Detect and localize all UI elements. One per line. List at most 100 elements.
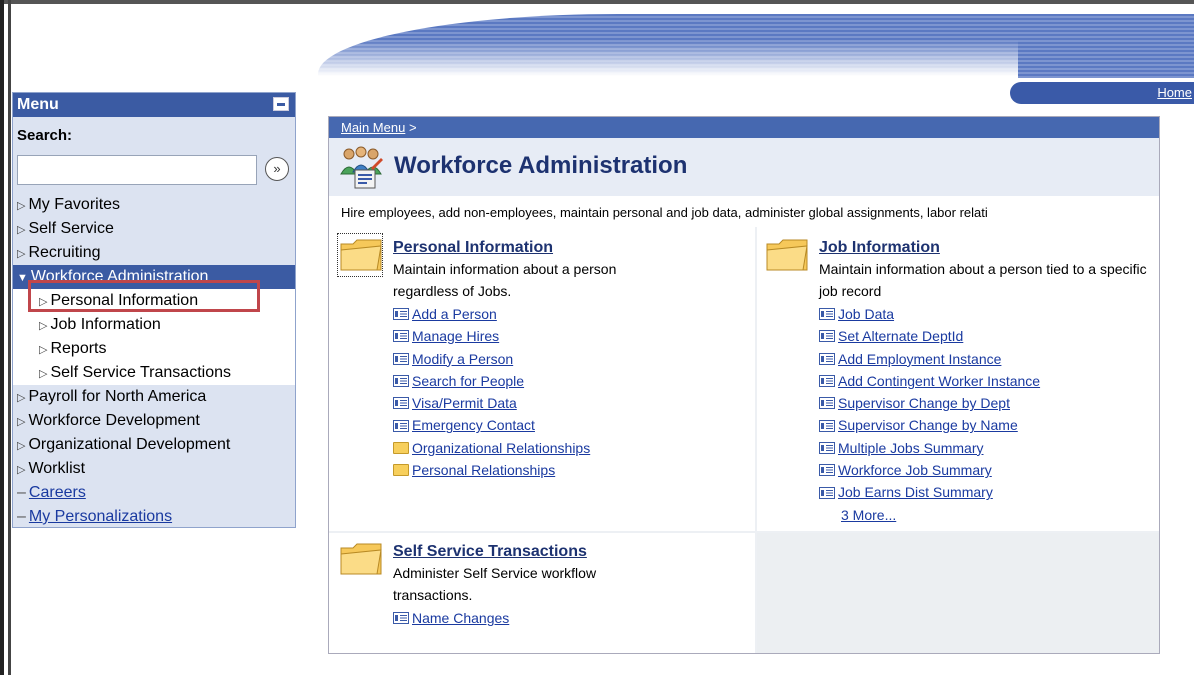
link-multiple-jobs-summary[interactable]: Multiple Jobs Summary [838, 437, 984, 459]
menu-item-workforce-administration[interactable]: ▼ Workforce Administration [13, 265, 295, 289]
menu-item-my-personalizations[interactable]: – My Personalizations [13, 505, 295, 529]
menu-body: Search: » ▷ My Favorites ▷ Self Service ▷ R… [13, 117, 295, 527]
menu-item-organizational-development[interactable]: ▷ Organizational Development [13, 433, 295, 457]
menu-item-label: Job Information [50, 316, 161, 333]
page-icon [819, 441, 835, 454]
menu-item-self-service[interactable]: ▷ Self Service [13, 217, 295, 241]
personal-information-description: Maintain information about a person rega… [393, 261, 617, 299]
link-supervisor-change-by-dept[interactable]: Supervisor Change by Dept [838, 392, 1010, 414]
menu-title: Menu [17, 96, 59, 113]
section-personal-information: Personal Information Maintain informatio… [329, 227, 755, 531]
link-supervisor-change-by-name[interactable]: Supervisor Change by Name [838, 414, 1018, 436]
page-title: Workforce Administration [394, 152, 688, 179]
triangle-right-icon: ▷ [17, 392, 26, 404]
page-icon [393, 308, 409, 321]
menu-item-label: Organizational Development [28, 436, 231, 453]
link-job-data[interactable]: Job Data [838, 303, 894, 325]
personal-information-title[interactable]: Personal Information [393, 239, 553, 257]
page-icon [393, 397, 409, 410]
link-modify-a-person[interactable]: Modify a Person [412, 348, 513, 370]
menu-item-payroll[interactable]: ▷ Payroll for North America [13, 385, 295, 409]
triangle-right-icon: ▷ [17, 416, 26, 428]
link-add-contingent-worker-instance[interactable]: Add Contingent Worker Instance [838, 370, 1040, 392]
triangle-right-icon: ▷ [39, 368, 48, 380]
link-add-a-person[interactable]: Add a Person [412, 303, 497, 325]
menu-item-label: Recruiting [28, 244, 101, 261]
triangle-right-icon: ▷ [39, 296, 48, 308]
section-job-information: Job Information Maintain information abo… [757, 227, 1159, 531]
menu-item-recruiting[interactable]: ▷ Recruiting [13, 241, 295, 265]
submenu-item-self-service-transactions[interactable]: ▷ Self Service Transactions [13, 361, 295, 385]
window-frame-left [0, 0, 4, 675]
triangle-right-icon: ▷ [17, 224, 26, 236]
page-icon [819, 486, 835, 499]
menu-item-workforce-development[interactable]: ▷ Workforce Development [13, 409, 295, 433]
link-personal-relationships[interactable]: Personal Relationships [412, 459, 555, 481]
section-grid: Personal Information Maintain informatio… [329, 227, 1159, 653]
job-information-title[interactable]: Job Information [819, 239, 940, 257]
triangle-right-icon: ▷ [39, 344, 48, 356]
page-icon [393, 352, 409, 365]
triangle-right-icon: ▷ [17, 464, 26, 476]
breadcrumb-main-menu[interactable]: Main Menu [341, 120, 405, 135]
menu-search-input[interactable] [17, 155, 257, 185]
home-link[interactable]: Home [1157, 85, 1192, 100]
window-frame-inner [8, 0, 11, 675]
menu-header: Menu [13, 93, 295, 117]
link-more[interactable]: 3 More... [841, 504, 896, 526]
folder-icon[interactable] [765, 236, 809, 272]
self-service-transactions-title[interactable]: Self Service Transactions [393, 543, 587, 561]
breadcrumb-separator: > [408, 120, 417, 135]
header-nav-bar: Home [1010, 82, 1194, 104]
menu-list: ▷ My Favorites ▷ Self Service ▷ Recruiting … [13, 193, 295, 529]
page-icon [819, 352, 835, 365]
collapse-menu-icon[interactable] [273, 97, 289, 111]
menu-item-label: Personal Information [50, 292, 199, 309]
page-icon [819, 397, 835, 410]
submenu-item-personal-information[interactable]: ▷ Personal Information [13, 289, 295, 313]
folder-icon [393, 464, 409, 477]
menu-item-label: Worklist [28, 460, 86, 477]
menu-item-label: Self Service [28, 220, 114, 237]
link-name-changes[interactable]: Name Changes [412, 607, 509, 629]
menu-item-careers[interactable]: – Careers [13, 481, 295, 505]
page-icon [819, 464, 835, 477]
link-search-for-people[interactable]: Search for People [412, 370, 524, 392]
submenu-workforce-administration: ▷ Personal Information ▷ Job Information ▷… [13, 289, 295, 385]
workforce-people-icon [340, 146, 383, 189]
link-add-employment-instance[interactable]: Add Employment Instance [838, 348, 1001, 370]
careers-link[interactable]: Careers [29, 484, 86, 501]
empty-section-cell [757, 533, 1159, 653]
link-visa-permit-data[interactable]: Visa/Permit Data [412, 392, 517, 414]
submenu-item-job-information[interactable]: ▷ Job Information [13, 313, 295, 337]
page-description: Hire employees, add non-employees, maint… [341, 205, 988, 220]
link-set-alternate-deptid[interactable]: Set Alternate DeptId [838, 325, 963, 347]
page-icon [819, 375, 835, 388]
header-banner-fade [318, 40, 1018, 80]
search-label: Search: [17, 127, 73, 144]
my-personalizations-link[interactable]: My Personalizations [29, 508, 172, 525]
window-frame-top [0, 0, 1194, 4]
self-service-transactions-description: Administer Self Service workflow transac… [393, 565, 597, 603]
menu-item-my-favorites[interactable]: ▷ My Favorites [13, 193, 295, 217]
folder-icon[interactable] [339, 540, 383, 576]
folder-icon [393, 441, 409, 454]
link-emergency-contact[interactable]: Emergency Contact [412, 414, 535, 436]
link-workforce-job-summary[interactable]: Workforce Job Summary [838, 459, 992, 481]
title-bar: Workforce Administration [329, 138, 1159, 196]
triangle-right-icon: ▷ [17, 248, 26, 260]
link-organizational-relationships[interactable]: Organizational Relationships [412, 437, 590, 459]
menu-item-worklist[interactable]: ▷ Worklist [13, 457, 295, 481]
submenu-item-reports[interactable]: ▷ Reports [13, 337, 295, 361]
page-icon [393, 330, 409, 343]
link-job-earns-dist-summary[interactable]: Job Earns Dist Summary [838, 481, 993, 503]
search-go-icon[interactable]: » [265, 157, 289, 181]
menu-item-label: Self Service Transactions [50, 364, 231, 381]
menu-item-label: Workforce Administration [30, 268, 209, 285]
folder-icon[interactable] [339, 236, 383, 272]
triangle-right-icon: ▷ [17, 200, 26, 212]
page-icon [819, 330, 835, 343]
menu-panel: Menu Search: » ▷ My Favorites ▷ Self Servi… [12, 92, 296, 528]
menu-item-label: Reports [50, 340, 107, 357]
link-manage-hires[interactable]: Manage Hires [412, 325, 499, 347]
